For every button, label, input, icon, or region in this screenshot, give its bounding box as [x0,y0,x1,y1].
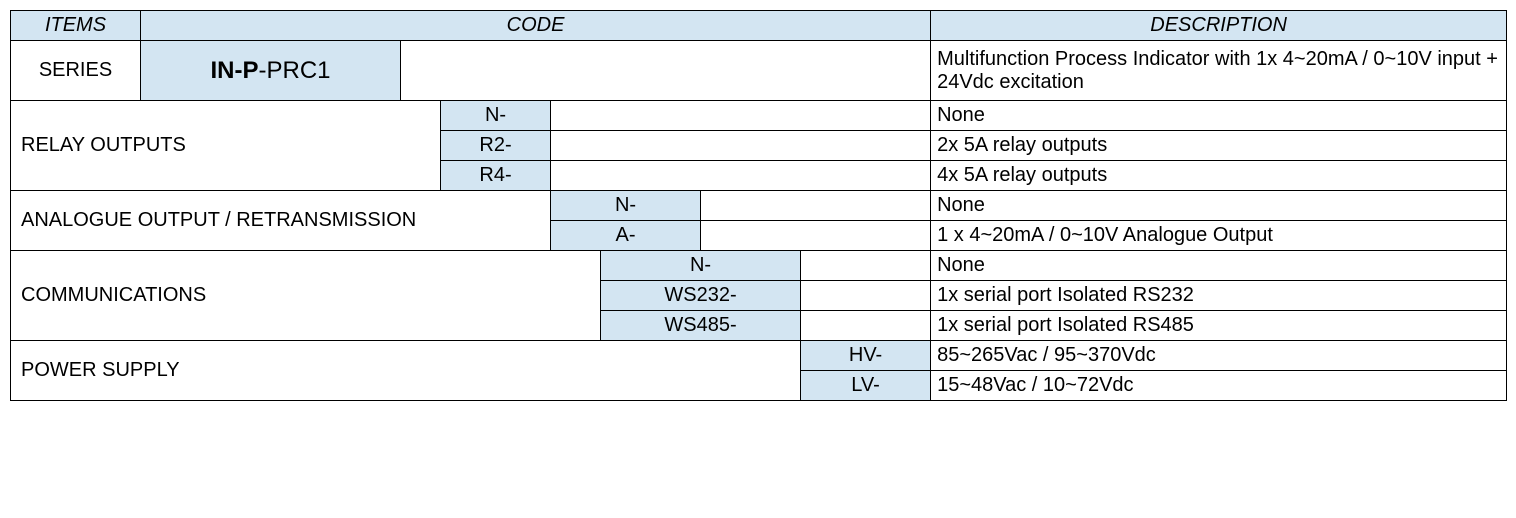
series-label: SERIES [11,41,141,101]
analogue-row-1: ANALOGUE OUTPUT / RETRANSMISSION N- None [11,191,1507,221]
analogue-code-1: A- [551,221,701,251]
analogue-label: ANALOGUE OUTPUT / RETRANSMISSION [11,191,551,251]
analogue-desc-1: 1 x 4~20mA / 0~10V Analogue Output [931,221,1507,251]
power-row-1: POWER SUPPLY HV- 85~265Vac / 95~370Vdc [11,341,1507,371]
analogue-spacer-0 [701,191,931,221]
header-description: DESCRIPTION [931,11,1507,41]
analogue-code-0: N- [551,191,701,221]
series-code-light: -PRC1 [258,57,330,84]
comms-spacer-0 [801,251,931,281]
ordering-code-table: ITEMS CODE DESCRIPTION SERIES IN-P-PRC1 … [10,10,1507,401]
relay-spacer-1 [551,131,931,161]
relay-spacer-2 [551,161,931,191]
power-code-0: HV- [801,341,931,371]
comms-row-1: COMMUNICATIONS N- None [11,251,1507,281]
comms-label: COMMUNICATIONS [11,251,601,341]
header-row: ITEMS CODE DESCRIPTION [11,11,1507,41]
power-desc-0: 85~265Vac / 95~370Vdc [931,341,1507,371]
analogue-desc-0: None [931,191,1507,221]
relay-code-1: R2- [441,131,551,161]
comms-spacer-2 [801,311,931,341]
comms-code-2: WS485- [601,311,801,341]
series-spacer [401,41,931,101]
comms-desc-2: 1x serial port Isolated RS485 [931,311,1507,341]
power-code-1: LV- [801,371,931,401]
series-row: SERIES IN-P-PRC1 Multifunction Process I… [11,41,1507,101]
header-code: CODE [141,11,931,41]
comms-spacer-1 [801,281,931,311]
relay-code-0: N- [441,101,551,131]
relay-code-2: R4- [441,161,551,191]
comms-code-0: N- [601,251,801,281]
comms-desc-1: 1x serial port Isolated RS232 [931,281,1507,311]
relay-desc-0: None [931,101,1507,131]
relay-desc-2: 4x 5A relay outputs [931,161,1507,191]
series-code-bold: IN-P [210,57,258,84]
relay-label: RELAY OUTPUTS [11,101,441,191]
relay-row-1: RELAY OUTPUTS N- None [11,101,1507,131]
comms-code-1: WS232- [601,281,801,311]
analogue-spacer-1 [701,221,931,251]
relay-desc-1: 2x 5A relay outputs [931,131,1507,161]
power-label: POWER SUPPLY [11,341,801,401]
series-code: IN-P-PRC1 [141,41,401,101]
header-items: ITEMS [11,11,141,41]
series-description: Multifunction Process Indicator with 1x … [931,41,1507,101]
relay-spacer-0 [551,101,931,131]
power-desc-1: 15~48Vac / 10~72Vdc [931,371,1507,401]
comms-desc-0: None [931,251,1507,281]
